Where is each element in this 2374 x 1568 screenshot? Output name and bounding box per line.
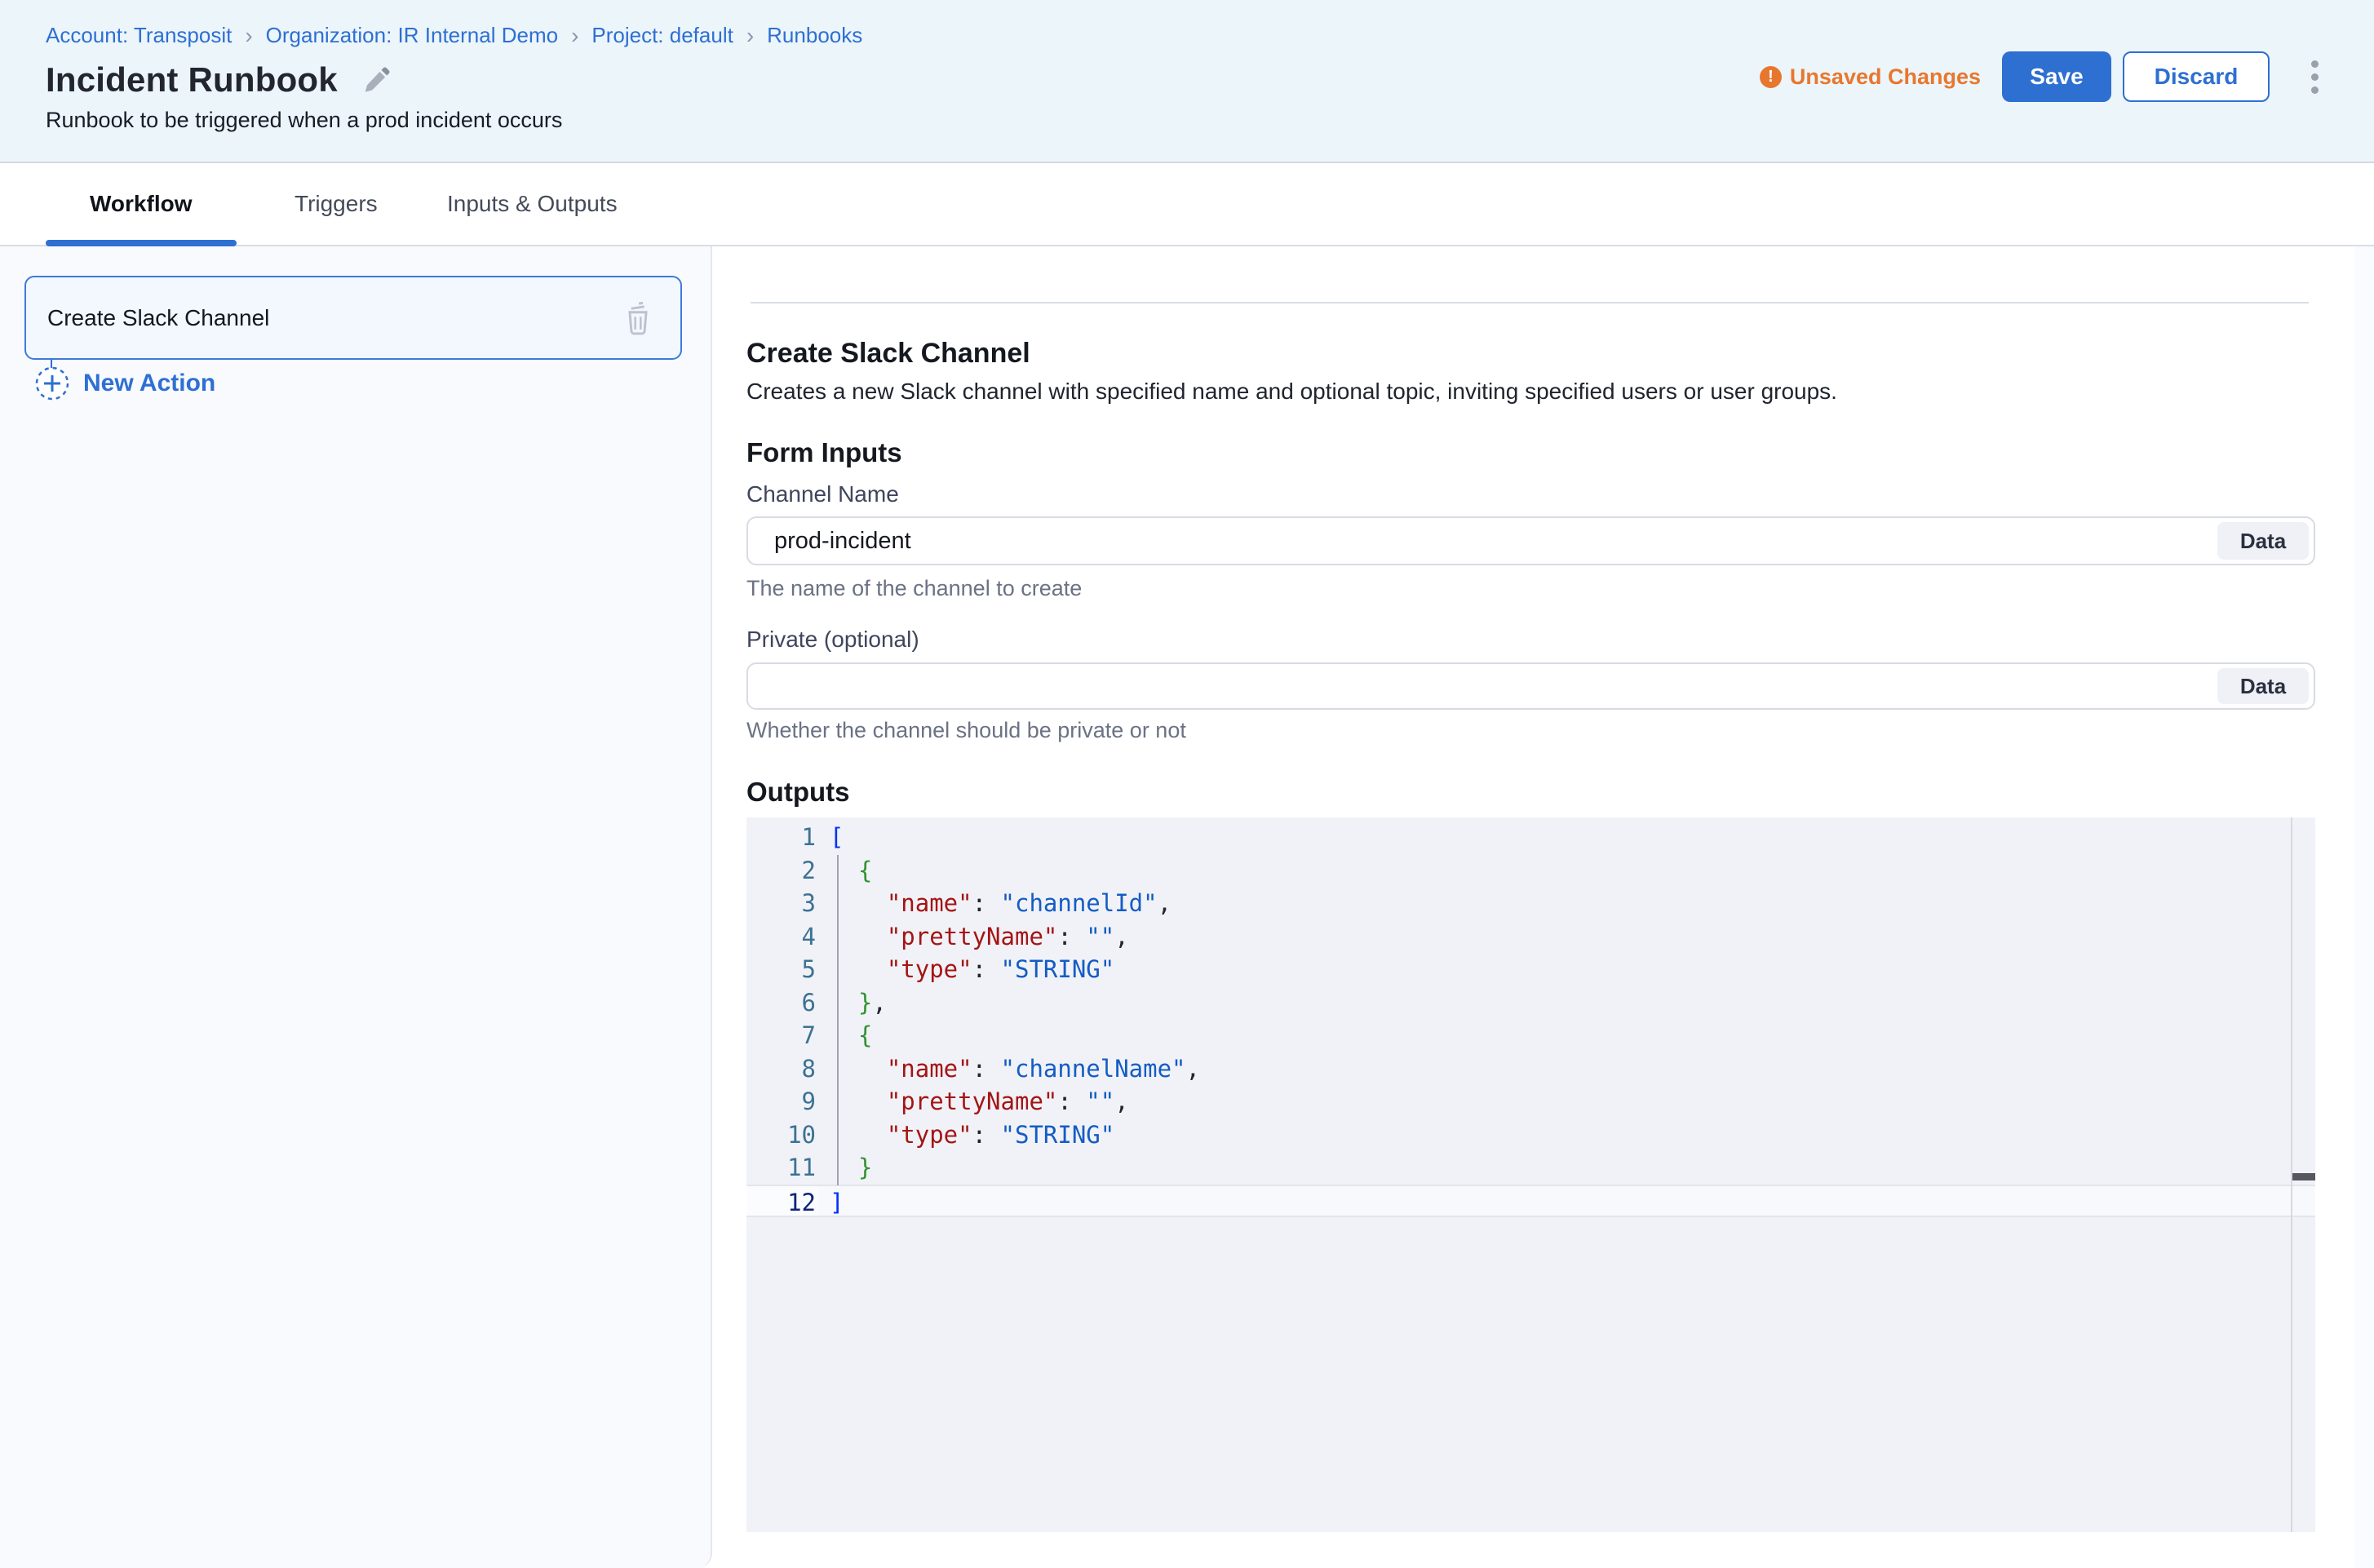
unsaved-changes-badge: ! Unsaved Changes: [1760, 64, 1981, 90]
save-button[interactable]: Save: [2002, 51, 2111, 102]
line-number: 1: [746, 821, 818, 854]
code-text: "name": "channelId",: [818, 887, 1171, 920]
section-divider: [751, 302, 2309, 303]
code-lines: 1[2 {3 "name": "channelId",4 "prettyName…: [746, 821, 2315, 1217]
workflow-panel: Create Slack Channel New Ac: [0, 246, 712, 1568]
line-number: 4: [746, 920, 818, 954]
private-field: Data: [746, 662, 2315, 710]
page-subtitle: Runbook to be triggered when a prod inci…: [46, 108, 562, 133]
code-line: 11 }: [746, 1151, 2315, 1185]
action-detail-panel: Create Slack Channel Creates a new Slack…: [712, 246, 2374, 1568]
line-number: 8: [746, 1052, 818, 1086]
line-number: 11: [746, 1151, 818, 1185]
code-line: 10 "type": "STRING": [746, 1118, 2315, 1152]
code-text: "name": "channelName",: [818, 1052, 1200, 1086]
code-text: "prettyName": "",: [818, 920, 1129, 954]
channel-name-label: Channel Name: [746, 481, 899, 507]
code-text: ]: [818, 1186, 844, 1216]
code-text: "prettyName": "",: [818, 1085, 1129, 1118]
private-input[interactable]: [746, 662, 2315, 710]
breadcrumb: Account: Transposit › Organization: IR Int…: [46, 23, 862, 48]
code-text: "type": "STRING": [818, 1118, 1114, 1152]
line-number: 10: [746, 1118, 818, 1152]
action-card-label: Create Slack Channel: [47, 305, 269, 331]
unsaved-changes-label: Unsaved Changes: [1790, 64, 1981, 90]
action-title: Create Slack Channel: [746, 338, 1030, 370]
code-line: 12]: [746, 1185, 2315, 1218]
overflow-menu-icon[interactable]: [2301, 51, 2328, 102]
overview-cursor-marker: [2292, 1173, 2315, 1180]
channel-name-data-button[interactable]: Data: [2217, 522, 2309, 560]
outputs-heading: Outputs: [746, 777, 849, 808]
code-text: {: [818, 1019, 872, 1052]
code-text: {: [818, 854, 872, 888]
line-number: 2: [746, 854, 818, 888]
code-line: 1[: [746, 821, 2315, 854]
tab-workflow[interactable]: Workflow: [90, 163, 192, 245]
channel-name-field: Data: [746, 516, 2315, 565]
new-action-label: New Action: [83, 370, 215, 397]
private-data-button[interactable]: Data: [2217, 668, 2309, 704]
line-number: 3: [746, 887, 818, 920]
delete-action-icon[interactable]: [620, 300, 656, 338]
breadcrumb-separator: ›: [746, 25, 754, 47]
tab-bar: Workflow Triggers Inputs & Outputs: [0, 163, 2374, 246]
code-line: 8 "name": "channelName",: [746, 1052, 2315, 1086]
form-inputs-heading: Form Inputs: [746, 437, 902, 468]
line-number: 7: [746, 1019, 818, 1052]
channel-name-input[interactable]: [746, 516, 2315, 565]
line-number: 6: [746, 986, 818, 1020]
code-text: [: [818, 821, 844, 854]
outputs-code-editor[interactable]: 1[2 {3 "name": "channelId",4 "prettyName…: [746, 817, 2315, 1532]
tab-inputs-outputs[interactable]: Inputs & Outputs: [447, 163, 618, 245]
tab-triggers[interactable]: Triggers: [295, 163, 378, 245]
code-line: 5 "type": "STRING": [746, 953, 2315, 986]
private-label: Private (optional): [746, 627, 919, 653]
right-margin-strip: [2354, 246, 2374, 1568]
breadcrumb-link[interactable]: Account: Transposit: [46, 23, 232, 48]
app-root: Account: Transposit › Organization: IR Int…: [0, 0, 2374, 1568]
private-help: Whether the channel should be private or…: [746, 718, 1186, 743]
discard-button[interactable]: Discard: [2123, 51, 2270, 102]
header-actions: ! Unsaved Changes Save Discard: [1760, 51, 2328, 102]
edit-title-icon[interactable]: [361, 64, 393, 96]
code-text: "type": "STRING": [818, 953, 1114, 986]
breadcrumb-link[interactable]: Project: default: [591, 23, 733, 48]
plus-icon: [34, 365, 70, 401]
title-row: Incident Runbook: [46, 60, 393, 100]
code-text: },: [818, 986, 887, 1020]
new-action-button[interactable]: New Action: [34, 365, 215, 401]
line-number: 5: [746, 953, 818, 986]
bracket-indent-guide: [837, 855, 839, 1185]
page-title: Incident Runbook: [46, 60, 338, 100]
breadcrumb-link[interactable]: Organization: IR Internal Demo: [266, 23, 558, 48]
code-line: 9 "prettyName": "",: [746, 1085, 2315, 1118]
code-text: }: [818, 1151, 872, 1185]
line-number: 9: [746, 1085, 818, 1118]
code-line: 4 "prettyName": "",: [746, 920, 2315, 954]
workflow-action-card[interactable]: Create Slack Channel: [24, 276, 682, 360]
code-line: 2 {: [746, 854, 2315, 888]
active-tab-underline: [46, 240, 237, 246]
breadcrumb-link[interactable]: Runbooks: [767, 23, 862, 48]
line-number: 12: [746, 1186, 818, 1216]
channel-name-help: The name of the channel to create: [746, 576, 1082, 601]
alert-icon: !: [1760, 66, 1782, 88]
page-header: Account: Transposit › Organization: IR Int…: [0, 0, 2374, 163]
action-description: Creates a new Slack channel with specifi…: [746, 379, 1837, 405]
breadcrumb-separator: ›: [245, 25, 252, 47]
code-line: 6 },: [746, 986, 2315, 1020]
code-line: 3 "name": "channelId",: [746, 887, 2315, 920]
code-line: 7 {: [746, 1019, 2315, 1052]
breadcrumb-separator: ›: [571, 25, 578, 47]
